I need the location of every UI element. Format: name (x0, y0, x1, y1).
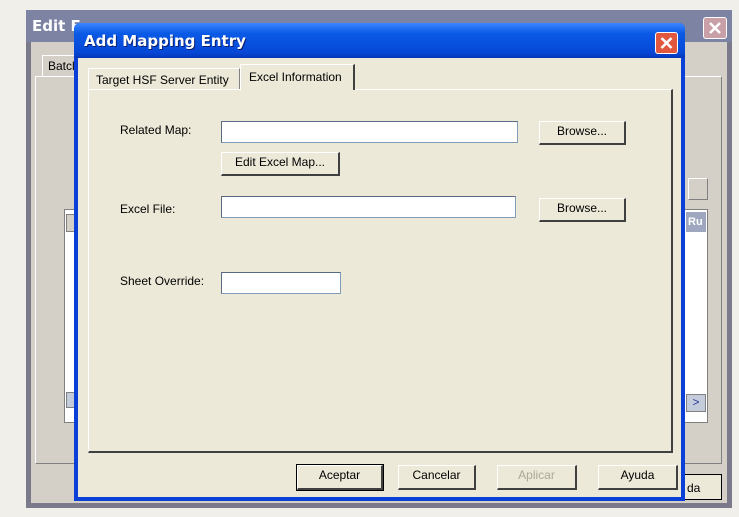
sheet-override-input[interactable] (221, 272, 341, 294)
related-map-browse-button[interactable]: Browse... (539, 121, 626, 145)
parent-help-button[interactable]: da (682, 474, 722, 500)
parent-tab-label: Batcl (48, 59, 75, 73)
tab-target-hsf-server-entity[interactable]: Target HSF Server Entity (88, 68, 240, 89)
tab-excel-information[interactable]: Excel Information (240, 64, 355, 90)
related-map-label: Related Map: (120, 123, 192, 137)
parent-close-icon[interactable] (703, 17, 727, 39)
apply-button[interactable]: Aplicar (497, 465, 577, 490)
edit-excel-map-button[interactable]: Edit Excel Map... (221, 152, 340, 176)
ok-button[interactable]: Aceptar (296, 464, 384, 491)
parent-list-column-header[interactable]: Ru (686, 212, 706, 232)
excel-file-input[interactable] (221, 196, 516, 218)
excel-file-browse-button[interactable]: Browse... (539, 198, 626, 222)
dialog-title: Add Mapping Entry (84, 32, 246, 50)
excel-file-label: Excel File: (120, 202, 176, 216)
scroll-right-icon[interactable]: > (686, 394, 706, 412)
cancel-button[interactable]: Cancelar (398, 465, 476, 490)
help-button[interactable]: Ayuda (598, 465, 678, 490)
related-map-input[interactable] (221, 121, 518, 143)
sheet-override-label: Sheet Override: (120, 274, 205, 288)
close-icon[interactable] (655, 32, 678, 54)
parent-side-button[interactable] (688, 178, 708, 200)
